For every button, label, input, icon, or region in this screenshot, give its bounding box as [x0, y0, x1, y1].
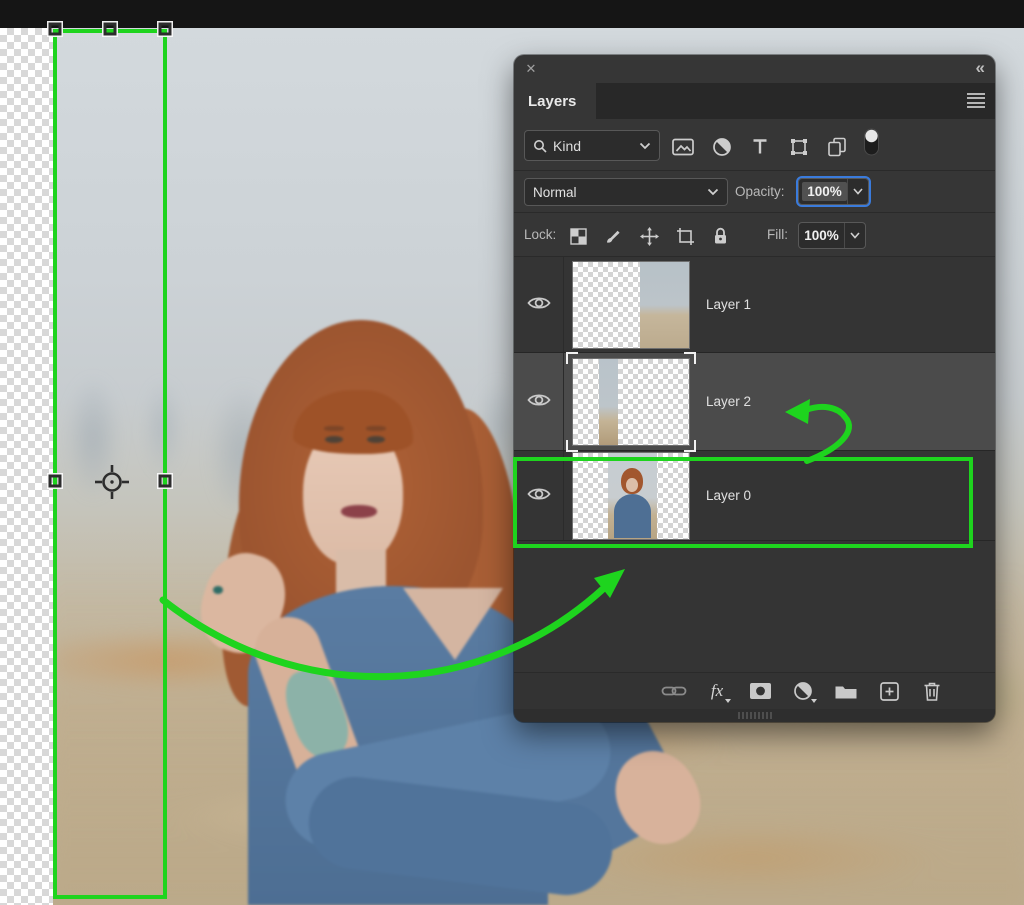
- filter-type-layers-icon[interactable]: [747, 134, 773, 160]
- reference-point-icon[interactable]: [90, 460, 134, 504]
- fill-value[interactable]: 100%: [799, 223, 844, 248]
- filter-row: Kind: [514, 121, 995, 171]
- transform-handle-middle-left[interactable]: [49, 475, 62, 488]
- lock-all-icon[interactable]: [708, 224, 732, 248]
- chevron-down-icon: [707, 188, 719, 196]
- layer-style-icon[interactable]: fx: [704, 678, 730, 704]
- lock-artboard-icon[interactable]: [673, 224, 697, 248]
- layer-thumbnail[interactable]: [572, 261, 690, 349]
- layer-row-layer1[interactable]: Layer 1: [514, 257, 995, 353]
- app-titlebar: [0, 0, 1024, 28]
- transparency-checkerboard: [0, 28, 53, 905]
- transform-handle-top-left[interactable]: [49, 23, 62, 36]
- thumb-selection-bracket: [566, 352, 578, 364]
- search-icon: [533, 139, 547, 153]
- panel-resize-grip[interactable]: [738, 712, 772, 719]
- opacity-field[interactable]: 100%: [798, 178, 869, 205]
- visibility-eye-icon[interactable]: [527, 295, 551, 314]
- transform-handle-middle-right[interactable]: [159, 475, 172, 488]
- blend-mode-dropdown[interactable]: Normal: [524, 178, 728, 206]
- kind-filter-label: Kind: [553, 138, 633, 154]
- visibility-eye-icon[interactable]: [527, 392, 551, 411]
- chevron-down-icon: [639, 142, 651, 150]
- kind-filter-dropdown[interactable]: Kind: [524, 130, 660, 161]
- add-layer-mask-icon[interactable]: [747, 678, 773, 704]
- opacity-label: Opacity:: [735, 184, 785, 199]
- opacity-chevron-icon[interactable]: [847, 179, 868, 204]
- filter-pixel-layers-icon[interactable]: [670, 134, 696, 160]
- fill-label: Fill:: [767, 227, 788, 242]
- filter-toggle[interactable]: [858, 129, 884, 155]
- tab-layers[interactable]: Layers: [514, 83, 596, 121]
- lock-transparency-icon[interactable]: [566, 224, 590, 248]
- lock-row: Lock:: [514, 213, 995, 257]
- lock-label: Lock:: [524, 227, 556, 242]
- blend-mode-value: Normal: [533, 185, 707, 200]
- fill-field[interactable]: 100%: [798, 222, 866, 249]
- panel-tabrow: Layers: [514, 83, 995, 121]
- transform-handle-top-right[interactable]: [159, 23, 172, 36]
- layer-thumbnail-selected[interactable]: [572, 358, 690, 446]
- layer0-annotation-box: [513, 457, 973, 548]
- layer-row-layer2[interactable]: Layer 2: [514, 353, 995, 451]
- opacity-value[interactable]: 100%: [802, 182, 847, 201]
- panel-toolbar: fx: [514, 672, 995, 709]
- layer-name[interactable]: Layer 2: [706, 394, 751, 409]
- thumb-selection-bracket: [684, 352, 696, 364]
- close-icon[interactable]: ✕: [522, 60, 540, 78]
- lock-paint-icon[interactable]: [601, 224, 625, 248]
- panel-topbar: ✕ «: [514, 55, 995, 83]
- blend-row: Normal Opacity: 100%: [514, 171, 995, 213]
- collapse-panel-icon[interactable]: «: [976, 59, 985, 77]
- filter-adjustment-layers-icon[interactable]: [709, 134, 735, 160]
- panel-menu-icon[interactable]: [967, 93, 985, 108]
- filter-shape-layers-icon[interactable]: [786, 134, 812, 160]
- new-adjustment-layer-icon[interactable]: [790, 678, 816, 704]
- fill-chevron-icon[interactable]: [844, 223, 865, 248]
- new-group-icon[interactable]: [833, 678, 859, 704]
- layer-name[interactable]: Layer 1: [706, 297, 751, 312]
- lock-position-icon[interactable]: [637, 224, 661, 248]
- thumb-selection-bracket: [566, 440, 578, 452]
- thumb-selection-bracket: [684, 440, 696, 452]
- layers-panel: ✕ « Layers Kind: [514, 55, 995, 722]
- new-layer-icon[interactable]: [876, 678, 902, 704]
- panel-bottom-strip: [514, 709, 995, 722]
- delete-layer-icon[interactable]: [919, 678, 945, 704]
- transform-handle-top-center[interactable]: [104, 23, 117, 36]
- link-layers-icon[interactable]: [661, 678, 687, 704]
- filter-smart-objects-icon[interactable]: [824, 134, 850, 160]
- screenshot-stage: ✕ « Layers Kind: [0, 0, 1024, 905]
